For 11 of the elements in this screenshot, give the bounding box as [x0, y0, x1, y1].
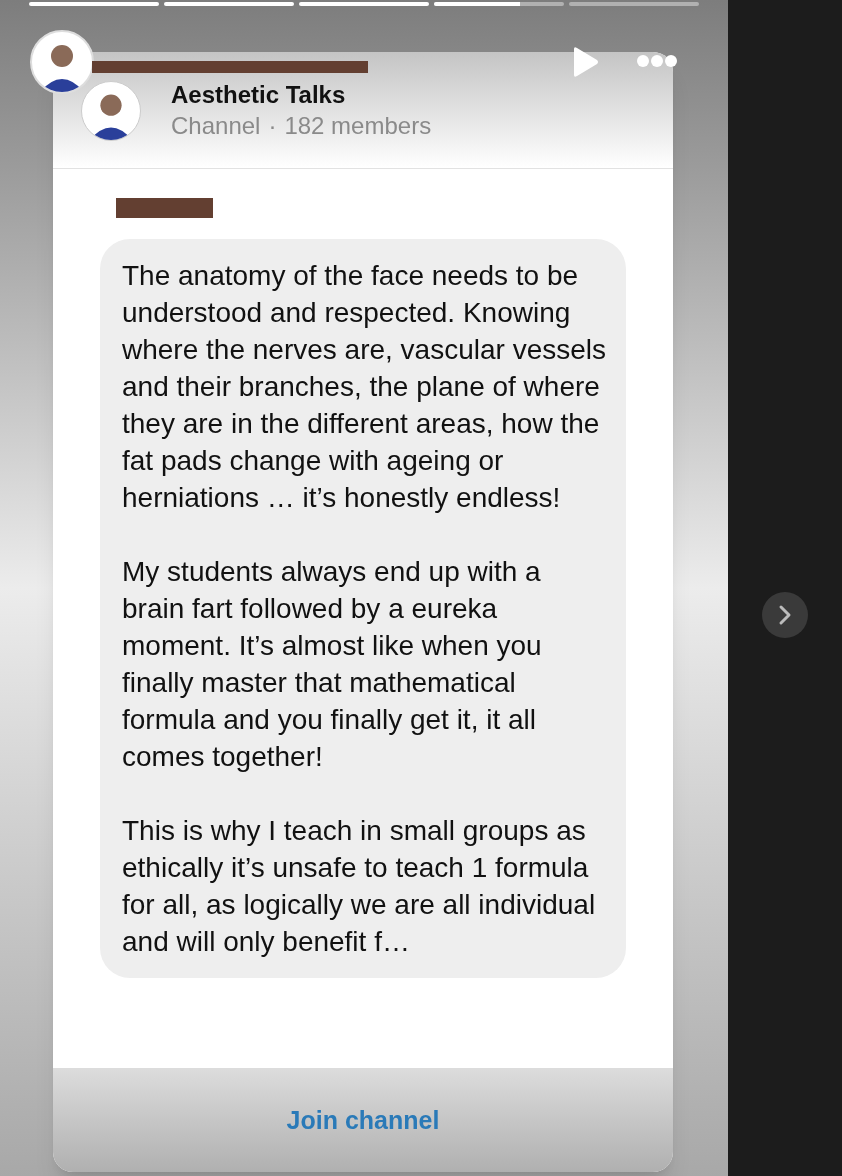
channel-type: Channel	[171, 111, 261, 141]
separator-dot: ·	[268, 111, 277, 141]
message-paragraph: My students always end up with a brain fart followed by a eureka moment. It’s almost like when you finally master that mathematical formula and you finally get it, it all comes together!	[122, 555, 543, 774]
more-icon[interactable]	[636, 54, 678, 68]
join-channel-link[interactable]: Join channel	[278, 1097, 448, 1144]
member-count: 182 members	[284, 111, 432, 141]
message-paragraph: The anatomy of the face needs to be understood and respected. Knowing where the nerves are, vascular vessels and their branches, the plane of where they are in the different areas, how the fat pads change with ageing or herniations … it’s honestly endless!	[122, 259, 606, 515]
channel-name: Aesthetic Talks	[171, 80, 347, 110]
next-button[interactable]	[762, 592, 808, 638]
message-paragraph: This is why I teach in small groups as ethically it’s unsafe to teach 1 formula for all, as logically we are all individual and will only benefit f…	[122, 814, 597, 959]
avatar[interactable]	[30, 30, 94, 94]
